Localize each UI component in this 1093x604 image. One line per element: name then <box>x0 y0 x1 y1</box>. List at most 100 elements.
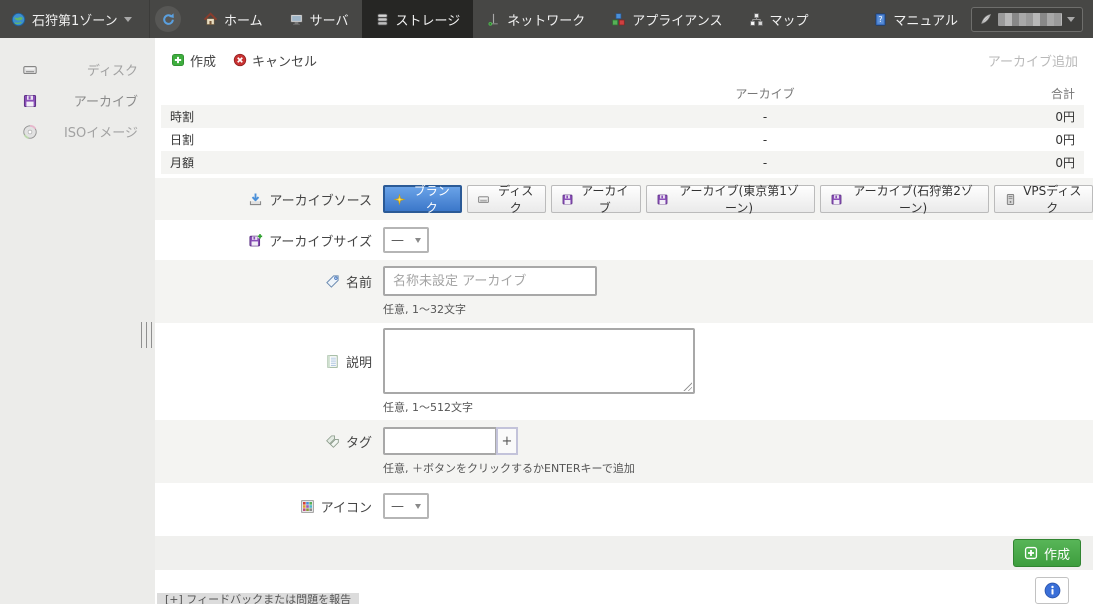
cancel-link[interactable]: キャンセル <box>233 51 317 70</box>
pricing-row-monthly: 月額 - 0円 <box>161 151 1084 174</box>
body-layout: ディスク アーカイブ ISOイメージ 作成 キャンセル <box>0 38 1093 604</box>
map-icon <box>749 12 764 27</box>
chevron-down-icon <box>415 504 421 509</box>
archive-floppy-icon <box>656 193 669 206</box>
nav-item-appliance[interactable]: アプライアンス <box>598 0 735 38</box>
tag-add-button[interactable]: + <box>496 427 518 455</box>
row-archive-size: アーカイブサイズ — <box>155 220 1093 260</box>
info-icon <box>1044 582 1061 599</box>
disk-icon <box>22 62 38 78</box>
disk-icon <box>477 193 490 206</box>
manual-link[interactable]: マニュアル <box>873 10 958 29</box>
chevron-down-icon <box>1067 17 1075 22</box>
sidebar-item-disk[interactable]: ディスク <box>0 54 155 85</box>
zone-selector[interactable]: 石狩第1ゾーン <box>0 0 150 38</box>
name-tag-icon <box>325 274 340 289</box>
cancel-icon <box>233 53 247 67</box>
description-label: 説明 <box>346 352 372 371</box>
source-option-disk[interactable]: ディスク <box>467 185 546 213</box>
source-option-blank[interactable]: ブランク <box>383 185 462 213</box>
description-textarea[interactable] <box>383 328 695 394</box>
footer-action-bar: 作成 <box>155 536 1093 570</box>
tag-input[interactable] <box>383 427 497 455</box>
note-icon <box>325 354 340 369</box>
create-submit-button[interactable]: 作成 <box>1013 539 1081 567</box>
storage-icon <box>375 12 390 27</box>
refresh-icon <box>161 12 176 27</box>
nav-item-storage[interactable]: ストレージ <box>362 0 474 38</box>
refresh-button[interactable] <box>155 6 181 32</box>
zone-label: 石狩第1ゾーン <box>32 10 118 29</box>
archive-size-icon <box>248 233 263 248</box>
row-description: 説明 任意, 1〜512文字 <box>155 323 1093 420</box>
globe-icon <box>11 12 26 27</box>
source-option-archive-tokyo1[interactable]: アーカイブ(東京第1ゾーン) <box>646 185 815 213</box>
source-option-archive[interactable]: アーカイブ <box>551 185 641 213</box>
toolbar: 作成 キャンセル アーカイブ追加 <box>155 48 1093 72</box>
archive-form: アーカイブソース ブランク ディスク <box>155 178 1093 529</box>
info-button[interactable] <box>1035 577 1069 604</box>
chevron-down-icon <box>124 17 132 22</box>
name-hint: 任意, 1〜32文字 <box>383 301 1093 317</box>
source-option-archive-ishikari2[interactable]: アーカイブ(石狩第2ゾーン) <box>820 185 989 213</box>
archive-source-label: アーカイブソース <box>269 190 372 209</box>
home-icon <box>203 12 218 27</box>
description-hint: 任意, 1〜512文字 <box>383 399 1093 415</box>
archive-floppy-icon <box>561 193 574 206</box>
main-panel: 作成 キャンセル アーカイブ追加 アーカイブ 合計 時割 - 0円 <box>155 38 1093 604</box>
nav-item-map[interactable]: マップ <box>736 0 822 38</box>
archive-size-select[interactable]: — <box>383 227 429 253</box>
name-input[interactable] <box>383 266 597 296</box>
pricing-row-daily: 日割 - 0円 <box>161 128 1084 151</box>
archive-floppy-icon <box>830 193 843 206</box>
pricing-col-archive: アーカイブ <box>575 85 955 102</box>
name-label: 名前 <box>346 272 372 291</box>
pricing-table: アーカイブ 合計 時割 - 0円 日割 - 0円 月額 - 0円 <box>161 81 1084 174</box>
nav-item-network[interactable]: ネットワーク <box>473 0 598 38</box>
row-archive-source: アーカイブソース ブランク ディスク <box>155 178 1093 220</box>
icon-grid-icon <box>300 499 315 514</box>
spark-icon <box>393 193 406 206</box>
plus-icon <box>1024 546 1038 560</box>
manual-help-icon <box>873 12 888 27</box>
iso-cd-icon <box>22 124 38 140</box>
create-link[interactable]: 作成 <box>171 51 216 70</box>
sidebar: ディスク アーカイブ ISOイメージ <box>0 38 155 604</box>
row-tags: タグ + 任意, ＋ボタンをクリックするかENTERキーで追加 <box>155 420 1093 483</box>
sidebar-resize-handle[interactable] <box>141 322 154 348</box>
icon-select[interactable]: — <box>383 493 429 519</box>
feedback-report-link[interactable]: [+] フィードバックまたは問題を報告 <box>157 593 359 604</box>
archive-source-options: ブランク ディスク アーカイブ <box>383 185 1093 213</box>
header-right: マニュアル <box>873 7 1093 32</box>
server-icon <box>289 12 304 27</box>
nav-item-home[interactable]: ホーム <box>190 0 276 38</box>
pricing-row-hourly: 時割 - 0円 <box>161 105 1084 128</box>
tags-hint: 任意, ＋ボタンをクリックするかENTERキーで追加 <box>383 460 1093 476</box>
sidebar-item-iso[interactable]: ISOイメージ <box>0 116 155 147</box>
tags-label: タグ <box>346 432 372 451</box>
nav-item-server[interactable]: サーバ <box>276 0 362 38</box>
sakura-cloud-console: 石狩第1ゾーン ホーム サーバ ストレージ ネットワーク <box>0 0 1093 604</box>
row-name: 名前 任意, 1〜32文字 <box>155 260 1093 323</box>
plus-icon <box>171 53 185 67</box>
page-title: アーカイブ追加 <box>988 51 1078 70</box>
account-selector[interactable] <box>971 7 1083 32</box>
pricing-header-row: アーカイブ 合計 <box>161 81 1084 105</box>
account-name-redacted <box>998 13 1062 26</box>
feather-pen-icon <box>979 12 993 26</box>
tags-icon <box>325 434 340 449</box>
icon-label: アイコン <box>321 497 372 516</box>
source-option-vps-disk[interactable]: VPSディスク <box>994 185 1093 213</box>
row-icon: アイコン — <box>155 483 1093 529</box>
top-nav-bar: 石狩第1ゾーン ホーム サーバ ストレージ ネットワーク <box>0 0 1093 38</box>
archive-size-label: アーカイブサイズ <box>269 231 372 250</box>
pricing-col-total: 合計 <box>955 85 1075 102</box>
sidebar-item-archive[interactable]: アーカイブ <box>0 85 155 116</box>
network-icon <box>486 12 501 27</box>
archive-source-icon <box>248 192 263 207</box>
main-nav: ホーム サーバ ストレージ ネットワーク アプライアンス マップ <box>190 0 822 38</box>
vps-server-icon <box>1004 193 1017 206</box>
appliance-icon <box>611 12 626 27</box>
chevron-down-icon <box>415 238 421 243</box>
archive-floppy-icon <box>22 93 38 109</box>
